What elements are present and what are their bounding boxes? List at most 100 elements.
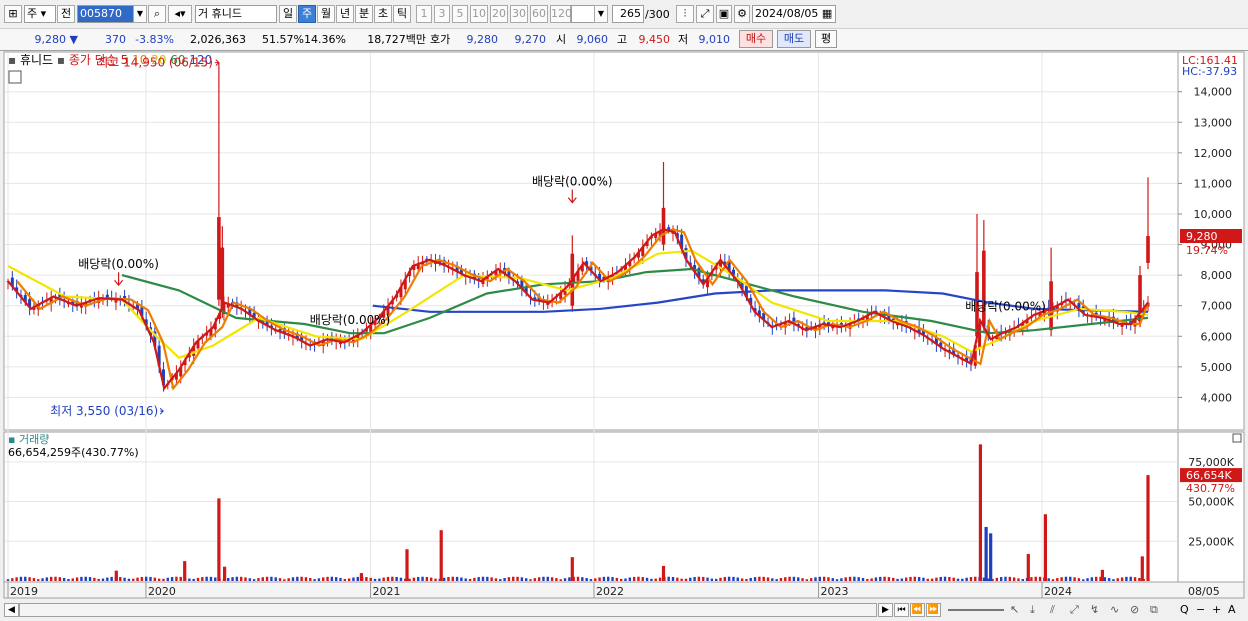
horizontal-scrollbar[interactable]: [19, 603, 877, 617]
interval-button-10[interactable]: 10: [470, 5, 488, 23]
draw-tool-2-icon[interactable]: ⫽: [1050, 603, 1055, 617]
candle-type-icon[interactable]: ⫶: [676, 5, 694, 23]
volume-bar: [196, 577, 200, 581]
low-annotation: 최저 3,550 (03/16): [50, 404, 158, 418]
dividend-annotation: 배당락(0.00%): [310, 313, 391, 327]
y-tick-label: 14,000: [1194, 86, 1233, 99]
zoom-tool-1-icon[interactable]: −: [1196, 603, 1205, 617]
zoom-tool-0-icon[interactable]: Q: [1180, 603, 1189, 617]
volume-bar: [132, 578, 135, 581]
volume-bar: [179, 576, 182, 581]
volume-bar: [797, 577, 800, 581]
volume-bar: [607, 576, 610, 581]
stock-name-field[interactable]: 거 휴니드: [195, 5, 277, 23]
draw-tool-4-icon[interactable]: ↯: [1090, 603, 1099, 617]
volume-bar: [205, 576, 208, 581]
volume-bar: [961, 578, 964, 581]
scroll-tool-3-icon[interactable]: ⏩: [926, 603, 941, 617]
price-chart[interactable]: 14,00013,00012,00011,00010,0009,0008,000…: [0, 50, 1248, 603]
zoom-tool-3-icon[interactable]: A: [1228, 603, 1236, 617]
volume-bar: [680, 578, 683, 581]
volume-bar: [239, 576, 243, 581]
sell-button[interactable]: 매도: [777, 30, 811, 48]
volume-bar: [814, 577, 817, 581]
interval-button-20[interactable]: 20: [490, 5, 508, 23]
line-tool-icon[interactable]: ⤢: [696, 5, 714, 23]
period-tab-0[interactable]: 일: [279, 5, 297, 23]
interval-dropdown-icon[interactable]: ▼: [594, 5, 608, 23]
volume-bar: [127, 578, 131, 581]
period-tab-5[interactable]: 초: [374, 5, 392, 23]
scroll-tool-0-icon[interactable]: ▶: [878, 603, 893, 617]
volume-bar: [818, 576, 822, 581]
volume-bar: [641, 577, 644, 581]
interval-button-60[interactable]: 60: [530, 5, 548, 23]
volume-bar: [879, 576, 882, 581]
volume-bar: [1012, 577, 1016, 581]
volume-bar: [166, 577, 169, 581]
volume-bar: [486, 576, 489, 581]
scroll-tool-1-icon[interactable]: ⏮: [894, 603, 909, 617]
draw-tool-7-icon[interactable]: ⧉: [1150, 603, 1158, 617]
volume-bar: [585, 578, 588, 581]
volume-bar: [775, 579, 778, 581]
volume-bar: [831, 578, 834, 581]
buy-button[interactable]: 매수: [739, 30, 773, 48]
y-tick-label: 5,000: [1201, 361, 1233, 374]
volume-spike-bar: [114, 570, 118, 581]
volume-spike-bar: [217, 498, 221, 581]
period-tab-2[interactable]: 월: [317, 5, 335, 23]
layout-icon[interactable]: ⊞: [4, 5, 22, 23]
draw-tool-3-icon[interactable]: ⤢: [1070, 603, 1079, 617]
volume-bar: [887, 577, 891, 581]
period-tab-1[interactable]: 주: [298, 5, 316, 23]
draw-tool-0-icon[interactable]: ↖: [1010, 603, 1019, 617]
change-pct: -3.83%: [135, 33, 174, 46]
zoom-tool-2-icon[interactable]: +: [1212, 603, 1221, 617]
volume-bar: [935, 577, 938, 581]
vol-tick-label: 25,000K: [1188, 535, 1234, 548]
period-tab-6[interactable]: 틱: [393, 5, 411, 23]
prev-button[interactable]: 전: [57, 5, 75, 23]
magnifier-icon[interactable]: ⌕: [148, 5, 166, 23]
code-dropdown-icon[interactable]: ▼: [133, 5, 147, 23]
scroll-left-icon[interactable]: ◀: [4, 603, 19, 617]
period-tab-3[interactable]: 년: [336, 5, 354, 23]
interval-button-3[interactable]: 3: [434, 5, 450, 23]
zoom-slider[interactable]: [948, 609, 1004, 611]
volume-bar: [788, 576, 791, 581]
draw-tool-6-icon[interactable]: ⊘: [1130, 603, 1139, 617]
volume-bar: [347, 578, 351, 581]
volume-bar: [304, 577, 308, 581]
interval-button-5[interactable]: 5: [452, 5, 468, 23]
volume-bar: [494, 578, 498, 581]
volume-bar: [801, 578, 804, 581]
volume-bar: [913, 576, 917, 581]
volume-bar: [861, 577, 865, 581]
volume-bar: [373, 578, 377, 581]
draw-tool-1-icon[interactable]: ⤓: [1030, 603, 1035, 617]
save-icon[interactable]: ▣: [716, 5, 732, 23]
period-tab-4[interactable]: 분: [355, 5, 373, 23]
interval-button-30[interactable]: 30: [510, 5, 528, 23]
count-input[interactable]: 265: [612, 5, 644, 23]
interval-button-120[interactable]: 120: [550, 5, 572, 23]
draw-tool-5-icon[interactable]: ∿: [1110, 603, 1119, 617]
eval-button[interactable]: 평: [815, 30, 837, 48]
volume-bar: [1129, 576, 1132, 581]
volume-bar: [948, 576, 951, 581]
interval-button-1[interactable]: 1: [416, 5, 432, 23]
gear-icon[interactable]: ⚙: [734, 5, 750, 23]
market-select[interactable]: 주 ▾: [24, 5, 56, 23]
volume-bar: [93, 577, 96, 581]
volume-bar: [974, 576, 977, 581]
volume-bar: [106, 577, 109, 581]
volume-bar: [257, 578, 260, 581]
speaker-icon[interactable]: ◂▾: [168, 5, 192, 23]
scroll-tool-2-icon[interactable]: ⏪: [910, 603, 925, 617]
volume-bar: [421, 576, 424, 581]
volume-bar: [555, 578, 558, 581]
volume-bar: [32, 578, 36, 581]
volume-bar: [533, 578, 537, 581]
date-input[interactable]: 2024/08/05 ▦: [752, 5, 836, 23]
